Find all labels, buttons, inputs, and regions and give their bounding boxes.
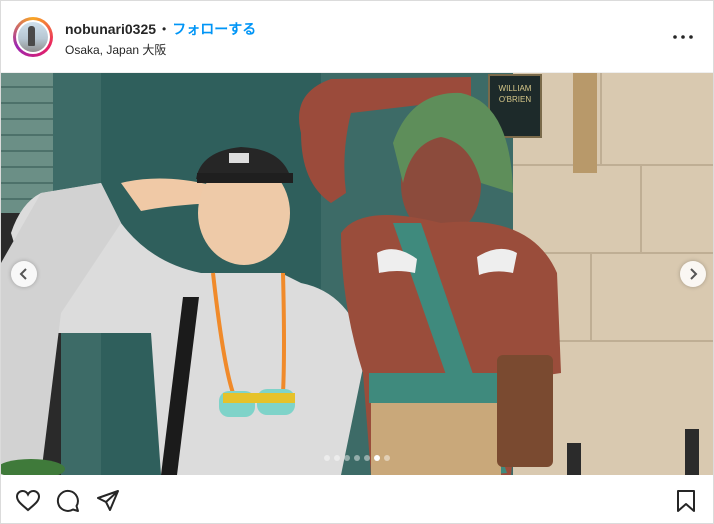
post-card: nobunari0325 • フォローする Osaka, Japan 大阪 WI…	[0, 0, 714, 524]
like-button[interactable]	[15, 488, 41, 514]
comment-button[interactable]	[55, 488, 81, 514]
carousel-indicator	[1, 455, 713, 461]
carousel-dot	[354, 455, 360, 461]
post-header: nobunari0325 • フォローする Osaka, Japan 大阪	[1, 1, 713, 73]
comment-icon	[56, 489, 79, 512]
heart-icon	[16, 490, 40, 512]
previous-slide-button[interactable]	[11, 261, 37, 287]
user-row: nobunari0325 • フォローする	[65, 20, 256, 38]
avatar-image	[16, 20, 50, 54]
carousel-dot	[374, 455, 380, 461]
save-button[interactable]	[673, 488, 699, 514]
carousel-dot	[324, 455, 330, 461]
carousel-dot	[334, 455, 340, 461]
next-slide-button[interactable]	[680, 261, 706, 287]
sign-line-1: WILLIAM	[498, 84, 532, 93]
chevron-left-icon	[19, 268, 27, 280]
separator-dot: •	[162, 22, 167, 36]
carousel-dot	[384, 455, 390, 461]
share-button[interactable]	[95, 488, 121, 514]
username-link[interactable]: nobunari0325	[65, 21, 156, 37]
sign-line-2: O'BRIEN	[498, 95, 532, 104]
post-photo[interactable]: WILLIAM O'BRIEN	[1, 73, 713, 475]
location-link[interactable]: Osaka, Japan 大阪	[65, 41, 166, 58]
avatar[interactable]	[13, 17, 53, 57]
action-bar	[1, 475, 713, 523]
photo-illustration	[1, 73, 713, 475]
carousel-dot	[344, 455, 350, 461]
chevron-right-icon	[690, 268, 698, 280]
avatar-figure	[28, 26, 35, 46]
share-icon	[97, 490, 119, 511]
more-options-icon[interactable]	[671, 25, 695, 49]
bookmark-icon	[677, 490, 695, 512]
follow-button[interactable]: フォローする	[172, 19, 256, 39]
sign-text: WILLIAM O'BRIEN	[493, 83, 537, 105]
carousel-dot	[364, 455, 370, 461]
